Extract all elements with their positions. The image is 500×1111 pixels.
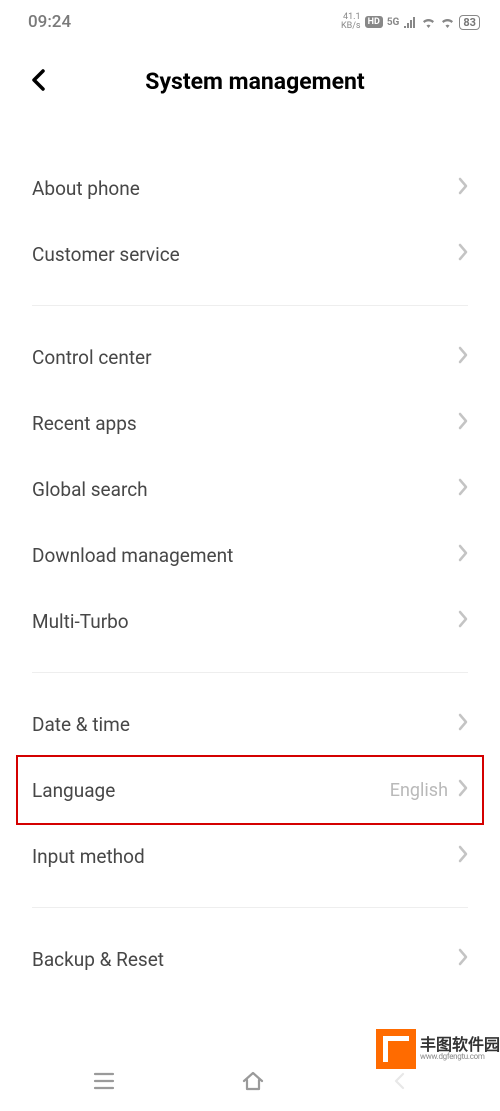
row-label: Input method [32,845,145,868]
row-date-time[interactable]: Date & time [32,691,468,757]
chevron-right-icon [458,779,468,801]
chevron-right-icon [458,346,468,368]
chevron-right-icon [458,243,468,265]
battery-icon: 83 [459,15,480,30]
chevron-right-icon [458,948,468,970]
row-label: Language [32,779,115,802]
page-header: System management [0,40,500,115]
watermark-logo-icon [376,1029,416,1069]
row-label: Recent apps [32,412,137,435]
row-value: English [390,780,448,801]
chevron-right-icon [458,713,468,735]
row-multi-turbo[interactable]: Multi-Turbo [32,588,468,654]
chevron-right-icon [458,478,468,500]
row-label: Customer service [32,243,180,266]
wifi-icon-2 [440,17,455,28]
row-language[interactable]: Language English [32,757,468,823]
row-label: Global search [32,478,148,501]
back-nav-button[interactable] [391,1071,407,1095]
home-button[interactable] [241,1070,265,1096]
network-speed: 41.1 KB/s [341,13,361,31]
row-label: Control center [32,346,152,369]
row-label: Multi-Turbo [32,610,129,633]
chevron-right-icon [458,544,468,566]
chevron-right-icon [458,845,468,867]
watermark: 丰图软件园 www.dgfengtu.com [376,1029,500,1069]
back-button[interactable] [30,69,48,95]
row-about-phone[interactable]: About phone [32,155,468,221]
signal-icon [403,17,417,28]
page-title: System management [30,68,480,95]
row-customer-service[interactable]: Customer service [32,221,468,287]
network-type: 5G [387,17,400,28]
row-label: Date & time [32,713,130,736]
row-label: Backup & Reset [32,948,164,971]
row-backup-reset[interactable]: Backup & Reset [32,926,468,992]
hd-icon: HD [365,16,383,28]
highlight-box: Language English [16,755,484,825]
chevron-right-icon [458,610,468,632]
wifi-icon [421,17,436,28]
chevron-right-icon [458,412,468,434]
status-time: 09:24 [28,12,71,32]
status-indicators: 41.1 KB/s HD 5G 83 [341,13,480,31]
row-control-center[interactable]: Control center [32,324,468,390]
divider [32,672,468,673]
divider [32,907,468,908]
row-label: About phone [32,177,140,200]
divider [32,305,468,306]
watermark-text: 丰图软件园 www.dgfengtu.com [420,1036,500,1062]
row-global-search[interactable]: Global search [32,456,468,522]
status-bar: 09:24 41.1 KB/s HD 5G 83 [0,0,500,40]
settings-list: About phone Customer service Control cen… [0,155,500,992]
row-download-management[interactable]: Download management [32,522,468,588]
row-input-method[interactable]: Input method [32,823,468,889]
chevron-right-icon [458,177,468,199]
menu-button[interactable] [93,1072,115,1094]
row-recent-apps[interactable]: Recent apps [32,390,468,456]
row-label: Download management [32,544,233,567]
